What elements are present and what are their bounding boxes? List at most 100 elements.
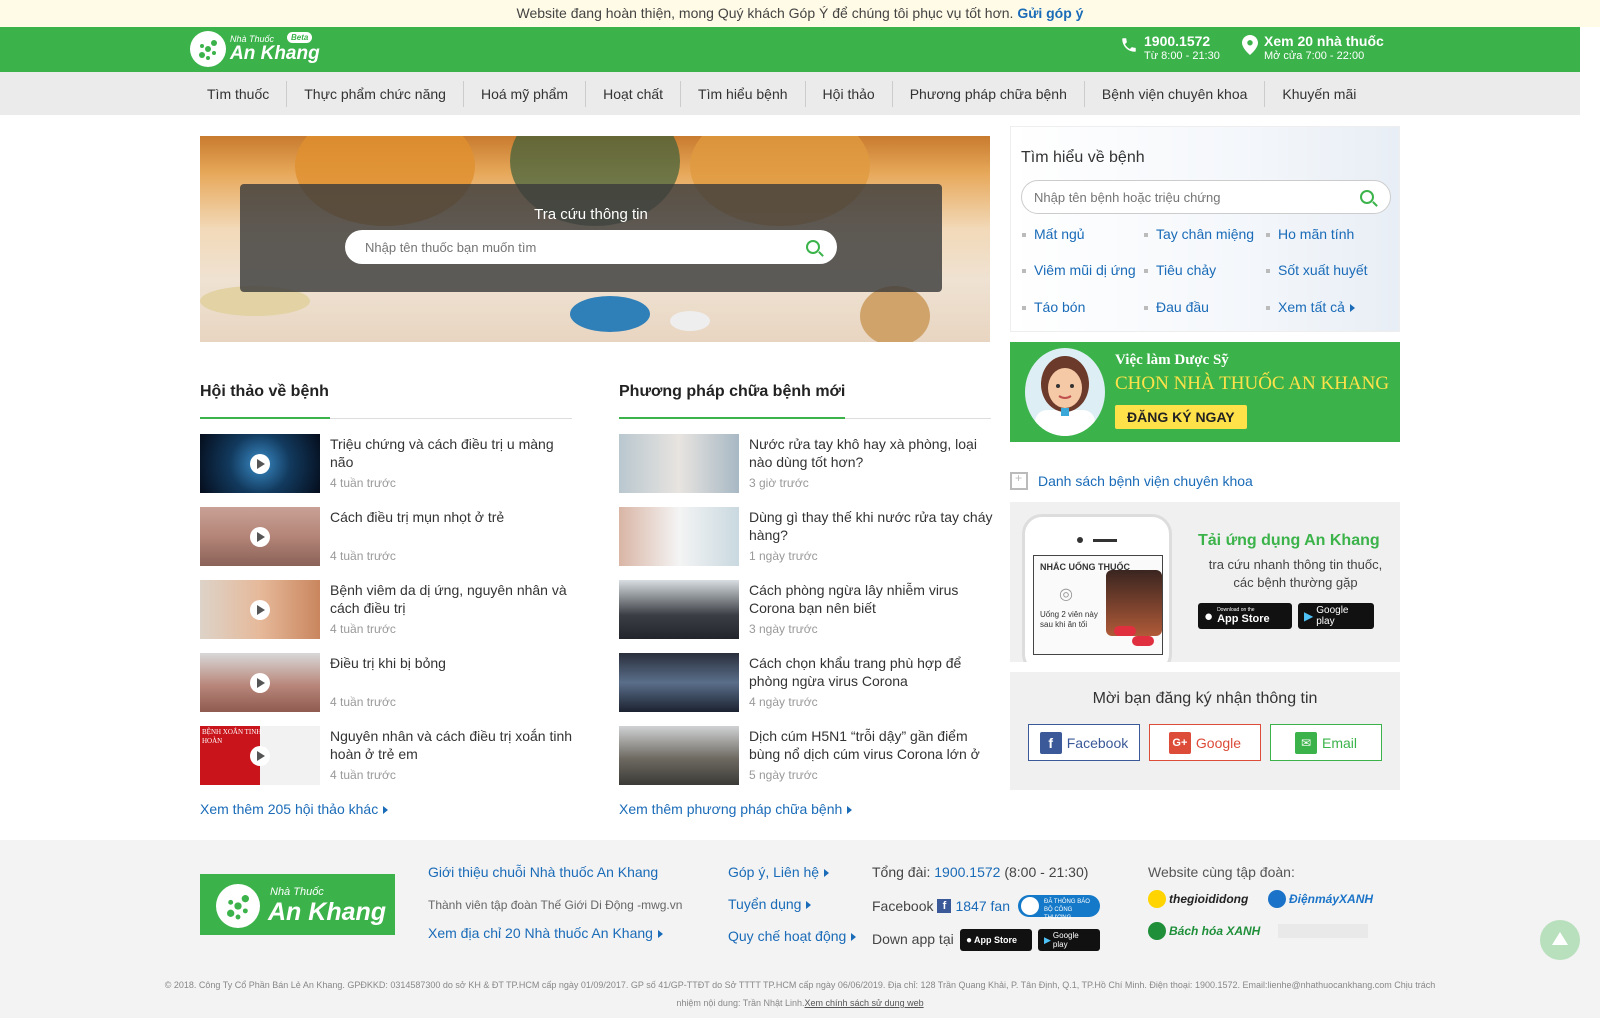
treatment-item[interactable]: Cách chọn khẩu trang phù hợp để phòng ng… xyxy=(619,653,999,715)
disease-tag[interactable]: Ho mãn tính xyxy=(1265,226,1354,242)
brand-bachhoaxanh-link[interactable]: Bách hóa XANH xyxy=(1148,922,1260,940)
disease-tag[interactable]: Tay chân miệng xyxy=(1143,226,1254,242)
usage-policy-link[interactable]: Xem chính sách sử dụng web xyxy=(805,998,924,1008)
treatment-time: 1 ngày trước xyxy=(749,549,818,563)
pharmacist-job-banner[interactable]: Việc làm Dược Sỹ CHỌN NHÀ THUỐC AN KHANG… xyxy=(1010,342,1400,442)
treatment-item[interactable]: Dùng gì thay thế khi nước rửa tay cháy h… xyxy=(619,507,999,569)
hotline-contact[interactable]: 1900.1572 Từ 8:00 - 21:30 xyxy=(1120,33,1220,63)
nav-item-diseases[interactable]: Tìm hiểu bệnh xyxy=(681,80,806,107)
treatment-time: 4 ngày trước xyxy=(749,695,818,709)
see-all-diseases-link[interactable]: Xem tất cả xyxy=(1266,299,1355,315)
app-store-button[interactable]: ● Download on the App Store xyxy=(1198,603,1292,629)
disease-search-input[interactable] xyxy=(1021,180,1391,214)
disease-tag[interactable]: Tiêu chảy xyxy=(1143,262,1216,278)
scroll-to-top-button[interactable] xyxy=(1540,920,1580,960)
seminar-item[interactable]: Điều trị khi bị bỏng 4 tuần trước xyxy=(200,653,580,715)
treatment-time: 3 giờ trước xyxy=(749,476,809,490)
disease-lookup-panel: Tìm hiểu về bệnh Mất ngủ Tay chân miệng … xyxy=(1010,126,1400,332)
treatment-item[interactable]: Dịch cúm H5N1 “trỗi dậy” gần điểm bùng n… xyxy=(619,726,999,788)
footer-google-play-button[interactable]: ▶ Google play xyxy=(1038,929,1100,951)
footer-rules-label: Quy chế hoạt động xyxy=(728,928,847,944)
caret-right-icon xyxy=(806,901,812,910)
feedback-notice-bar: Website đang hoàn thiện, mong Quý khách … xyxy=(0,0,1600,27)
footer-app-store-button[interactable]: ● App Store xyxy=(960,929,1032,951)
register-now-button[interactable]: ĐĂNG KÝ NGAY xyxy=(1115,405,1247,429)
pill-image xyxy=(1132,636,1154,646)
treatment-title: Dịch cúm H5N1 “trỗi dậy” gần điểm bùng n… xyxy=(749,728,980,762)
seminar-item[interactable]: BỆNH XOẮN TINH HOÀN Nguyên nhân và cách … xyxy=(200,726,580,788)
subscribe-facebook-button[interactable]: f Facebook xyxy=(1028,724,1140,761)
footer-addresses-link[interactable]: Xem địa chỉ 20 Nhà thuốc An Khang xyxy=(428,925,663,941)
hospital-list-link[interactable]: Danh sách bệnh viện chuyên khoa xyxy=(1010,471,1253,490)
logo-brand-text: An Khang xyxy=(230,43,320,64)
facebook-fans-link[interactable]: 1847 fan xyxy=(955,898,1010,914)
disease-tag[interactable]: Sốt xuất huyết xyxy=(1266,262,1368,278)
stores-hours: Mở cửa 7:00 - 22:00 xyxy=(1264,50,1365,62)
search-icon[interactable] xyxy=(1360,190,1374,204)
treatment-thumbnail xyxy=(619,726,739,785)
seminar-thumbnail xyxy=(200,434,320,493)
drug-search-input[interactable] xyxy=(345,230,837,264)
seminar-thumbnail xyxy=(200,580,320,639)
caret-right-icon xyxy=(383,806,389,815)
hero-pill-decoration xyxy=(670,311,710,331)
footer-rules-link[interactable]: Quy chế hoạt động xyxy=(728,928,857,944)
treatment-time: 3 ngày trước xyxy=(749,622,818,636)
footer-logo[interactable]: Nhà Thuốc An Khang xyxy=(200,874,395,935)
footer-jobs-label: Tuyển dụng xyxy=(728,896,802,912)
nav-item-find-drug[interactable]: Tìm thuốc xyxy=(190,80,288,107)
footer-facebook: Facebook f 1847 fan ĐÃ THÔNG BÁO BỘ CÔNG… xyxy=(872,895,1100,921)
treatment-item[interactable]: Nước rửa tay khô hay xà phòng, loại nào … xyxy=(619,434,999,496)
registered-badge-text: ĐÃ THÔNG BÁO BỘ CÔNG THƯƠNG xyxy=(1043,899,1090,921)
site-logo[interactable]: Nhà Thuốc An Khang Beta xyxy=(190,31,320,67)
footer-jobs-link[interactable]: Tuyển dụng xyxy=(728,896,812,912)
nav-item-treatments[interactable]: Phương pháp chữa bệnh xyxy=(893,80,1085,107)
more-treatments-label: Xem thêm phương pháp chữa bệnh xyxy=(619,801,843,817)
disease-tag[interactable]: Viêm mũi dị ứng xyxy=(1022,262,1136,278)
stores-count-link: Xem 20 nhà thuốc xyxy=(1264,33,1384,49)
play-icon xyxy=(250,599,270,620)
subscribe-email-button[interactable]: ✉ Email xyxy=(1270,724,1382,761)
brand-thegioididong-link[interactable]: thegioididong xyxy=(1148,890,1248,908)
phone-icon xyxy=(1120,36,1138,60)
disease-tag[interactable]: Táo bón xyxy=(1021,299,1085,315)
subscribe-panel: Mời bạn đăng ký nhận thông tin f Faceboo… xyxy=(1010,672,1400,790)
main-navigation: Tìm thuốc Thực phẩm chức năng Hoá mỹ phẩ… xyxy=(0,72,1580,115)
nav-item-seminars[interactable]: Hội thảo xyxy=(806,80,893,107)
google-play-button[interactable]: ▶ Google play xyxy=(1298,603,1374,629)
dienmayxanh-logo-icon xyxy=(1268,890,1286,908)
drug-search-panel: Tra cứu thông tin xyxy=(240,184,942,292)
nav-item-active-ingredients[interactable]: Hoạt chất xyxy=(586,80,682,107)
hero-pill-decoration xyxy=(570,296,650,332)
nav-item-supplements[interactable]: Thực phẩm chức năng xyxy=(287,80,464,107)
seminar-item[interactable]: Bệnh viêm da dị ứng, nguyên nhân và cách… xyxy=(200,580,580,642)
disease-tag[interactable]: Mất ngủ xyxy=(1022,226,1085,242)
hospital-icon xyxy=(1010,471,1028,490)
more-seminars-link[interactable]: Xem thêm 205 hội thảo khác xyxy=(200,801,389,817)
footer-addresses-label: Xem địa chỉ 20 Nhà thuốc An Khang xyxy=(428,925,653,941)
treatment-title: Cách phòng ngừa lây nhiễm virus Corona b… xyxy=(749,582,959,616)
disease-tag[interactable]: Đau đầu xyxy=(1144,299,1209,315)
store-locator[interactable]: Xem 20 nhà thuốc Mở cửa 7:00 - 22:00 xyxy=(1242,33,1384,63)
more-treatments-link[interactable]: Xem thêm phương pháp chữa bệnh xyxy=(619,801,853,817)
location-pin-icon xyxy=(1242,35,1258,61)
footer-hotline-number[interactable]: 1900.1572 xyxy=(934,864,1000,880)
treatment-item[interactable]: Cách phòng ngừa lây nhiễm virus Corona b… xyxy=(619,580,999,642)
nav-item-promotions[interactable]: Khuyến mãi xyxy=(1265,81,1373,107)
send-feedback-link[interactable]: Gửi góp ý xyxy=(1017,5,1083,21)
caret-right-icon xyxy=(824,869,830,878)
nav-item-cosmetics[interactable]: Hoá mỹ phẩm xyxy=(464,80,587,107)
nav-item-hospitals[interactable]: Bệnh viện chuyên khoa xyxy=(1085,80,1266,107)
facebook-icon: f xyxy=(1039,731,1062,754)
app-store-label: App Store xyxy=(1217,613,1270,625)
footer-about-link[interactable]: Giới thiệu chuỗi Nhà thuốc An Khang xyxy=(428,864,658,880)
search-icon[interactable] xyxy=(806,240,820,254)
pill-image xyxy=(1114,626,1136,636)
footer-feedback-link[interactable]: Góp ý, Liên hệ xyxy=(728,864,830,880)
ministry-registered-badge[interactable]: ĐÃ THÔNG BÁO BỘ CÔNG THƯƠNG xyxy=(1017,895,1100,921)
subscribe-google-button[interactable]: G+ Google xyxy=(1149,724,1261,761)
google-plus-icon: G+ xyxy=(1168,731,1191,754)
seminar-item[interactable]: Triệu chứng và cách điều trị u màng não … xyxy=(200,434,580,496)
brand-dienmayxanh-link[interactable]: ĐiệnmáyXANH xyxy=(1268,890,1373,908)
seminar-item[interactable]: Cách điều trị mụn nhọt ở trẻ 4 tuần trướ… xyxy=(200,507,580,569)
